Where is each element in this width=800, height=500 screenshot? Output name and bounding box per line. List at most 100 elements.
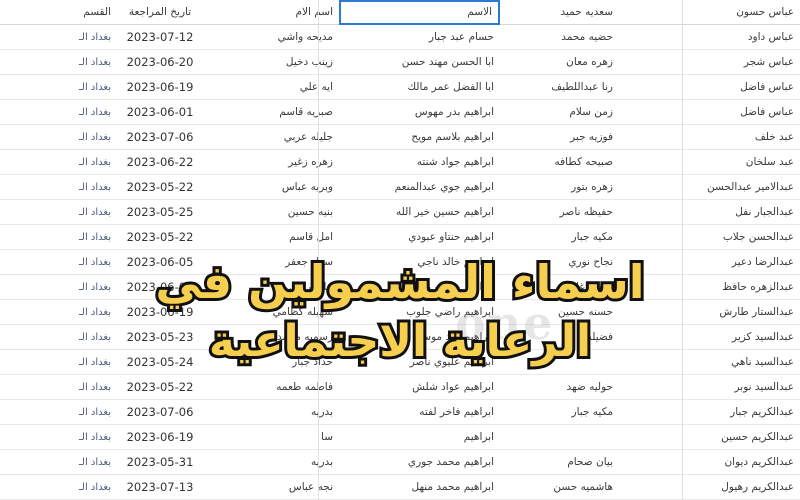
table-row[interactable]: عبدالسيد نوبر حوليه ضهد ابراهيم عواد شلش فا… [0, 375, 800, 400]
cell-dept[interactable]: بغداد الـ [0, 125, 117, 150]
cell-review-date[interactable]: 2023-05-23 [117, 325, 203, 350]
cell-name[interactable]: ابا الحسن مهند حسن [339, 50, 500, 75]
header-name[interactable]: الاسم [339, 0, 500, 25]
cell-dept[interactable]: بغداد الـ [0, 350, 117, 375]
cell-review-date[interactable]: 2023-07-06 [117, 400, 203, 425]
cell-right-name[interactable]: عبدالسيد كزير [619, 325, 800, 350]
cell-dept[interactable]: بغداد الـ [0, 375, 117, 400]
cell-name[interactable]: ابراهيم حسين خير الله [339, 200, 500, 225]
cell-right-name[interactable]: عبدالامير عبدالحسن [619, 175, 800, 200]
table-row[interactable]: عبدالستار طارش حسنه حسين ابراهيم راضي جلوب… [0, 300, 800, 325]
cell-dept[interactable]: بغداد الـ [0, 400, 117, 425]
cell-right-name[interactable]: عبدالستار طارش [619, 300, 800, 325]
cell-dept[interactable]: بغداد الـ [0, 50, 117, 75]
table-row[interactable]: عبدالكريم حسين ابراهيم سا 2023-06-19 بغداد ا… [0, 425, 800, 450]
table-row[interactable]: عباس داود حضيه محمد حسام عبد جبار مديحه واش… [0, 25, 800, 50]
cell-right-mother[interactable]: نجاح نوري [500, 250, 619, 275]
cell-name[interactable]: ابراهيم جوي عبدالمنعم [339, 175, 500, 200]
table-row[interactable]: عبدالحسن جلاب مكيه جبار ابراهيم حنتاو عبود… [0, 225, 800, 250]
table-row[interactable]: عبد خلف فوزيه جبر ابراهيم بلاسم مويح جليله … [0, 125, 800, 150]
table-row[interactable]: عبدالكريم رهيول هاشميه حسن ابراهيم محمد من… [0, 475, 800, 500]
cell-right-mother[interactable]: بيان صحام [500, 450, 619, 475]
cell-right-mother[interactable]: حوليه ضهد [500, 375, 619, 400]
cell-name[interactable]: ابراهيم عليوي ناصر [339, 350, 500, 375]
cell-right-name[interactable]: عبدالجبار نفل [619, 200, 800, 225]
cell-right-mother[interactable]: مكيه جبار [500, 225, 619, 250]
cell-dept[interactable]: بغداد الـ [0, 150, 117, 175]
cell-review-date[interactable]: 2023-06-07 [117, 275, 203, 300]
cell-right-name[interactable]: عباس فاضل [619, 100, 800, 125]
cell-review-date[interactable]: 2023-07-06 [117, 125, 203, 150]
cell-review-date[interactable]: 2023-06-20 [117, 50, 203, 75]
table-row[interactable]: عبدالامير عبدالحسن زهره بتور ابراهيم جوي ع… [0, 175, 800, 200]
cell-name[interactable]: ابراهيم جواد شنته [339, 150, 500, 175]
cell-right-name[interactable]: عبدالكريم ديوان [619, 450, 800, 475]
cell-right-mother[interactable]: رنا عبداللطيف [500, 75, 619, 100]
cell-right-name[interactable]: عبدالسيد نوبر [619, 375, 800, 400]
cell-dept[interactable]: بغداد الـ [0, 100, 117, 125]
cell-dept[interactable]: بغداد الـ [0, 225, 117, 250]
cell-right-mother[interactable]: حضيه محمد [500, 25, 619, 50]
cell-right-name[interactable]: عبدالسيد ناهي [619, 350, 800, 375]
cell-review-date[interactable]: 2023-05-31 [117, 450, 203, 475]
header-review-date[interactable]: تاريخ المراجعة [117, 0, 203, 25]
cell-right-name[interactable]: عباس شجر [619, 50, 800, 75]
cell-dept[interactable]: بغداد الـ [0, 25, 117, 50]
cell-review-date[interactable]: 2023-05-22 [117, 375, 203, 400]
cell-name[interactable]: ابراهيم عبد موسى [339, 325, 500, 350]
cell-right-mother[interactable] [500, 350, 619, 375]
table-row[interactable]: عباس فاضل زمن سلام ابراهيم بدر مهوس صبريه ق… [0, 100, 800, 125]
cell-review-date[interactable]: 2023-07-12 [117, 25, 203, 50]
cell-right-name[interactable]: عباس فاضل [619, 75, 800, 100]
cell-right-mother[interactable]: زهره بتور [500, 175, 619, 200]
cell-right-name[interactable]: عبد سلخان [619, 150, 800, 175]
cell-name[interactable]: ابراهيم خفيف ماضي [339, 275, 500, 300]
cell-right-mother[interactable] [500, 425, 619, 450]
cell-dept[interactable]: بغداد الـ [0, 450, 117, 475]
table-row[interactable]: عبدالسيد ناهي ابراهيم عليوي ناصر حداد جبار… [0, 350, 800, 375]
table-row[interactable]: عبدالرضا دعير نجاح نوري ابراهيم خالد ناجي س… [0, 250, 800, 275]
cell-name[interactable]: ابراهيم [339, 425, 500, 450]
cell-right-mother[interactable]: زهره معان [500, 50, 619, 75]
table-row[interactable]: عبدالسيد كزير فضيله ابراهيم عبد موسى رسميه … [0, 325, 800, 350]
cell-right-name[interactable]: عبدالزهره حافظ [619, 275, 800, 300]
cell-review-date[interactable]: 2023-07-13 [117, 475, 203, 500]
cell-name[interactable]: ابراهيم بلاسم مويح [339, 125, 500, 150]
cell-right-mother[interactable]: فضيله [500, 325, 619, 350]
table-row[interactable]: عباس شجر زهره معان ابا الحسن مهند حسن زينب … [0, 50, 800, 75]
cell-right-mother[interactable]: مكيه جبار [500, 400, 619, 425]
cell-right-name[interactable]: عبدالكريم حسين [619, 425, 800, 450]
cell-dept[interactable]: بغداد الـ [0, 425, 117, 450]
cell-right-name[interactable]: عبدالكريم جبار [619, 400, 800, 425]
table-row[interactable]: عبد سلخان صبيحه كطافه ابراهيم جواد شنته زهر… [0, 150, 800, 175]
cell-right-name[interactable]: عبدالكريم رهيول [619, 475, 800, 500]
cell-dept[interactable]: بغداد الـ [0, 475, 117, 500]
cell-name[interactable]: ابراهيم حنتاو عبودي [339, 225, 500, 250]
cell-right-name[interactable]: عباس داود [619, 25, 800, 50]
cell-name[interactable]: ابراهيم محمد جوري [339, 450, 500, 475]
cell-right-mother[interactable]: حسنه حسين [500, 300, 619, 325]
table-row[interactable]: عبدالزهره حافظ سعده غازي ابراهيم خفيف ماضي… [0, 275, 800, 300]
cell-review-date[interactable]: 2023-05-22 [117, 175, 203, 200]
cell-right-mother[interactable]: زمن سلام [500, 100, 619, 125]
cell-dept[interactable]: بغداد الـ [0, 175, 117, 200]
cell-review-date[interactable]: 2023-06-05 [117, 250, 203, 275]
cell-review-date[interactable]: 2023-05-25 [117, 200, 203, 225]
cell-name[interactable]: ابراهيم فاخر لفته [339, 400, 500, 425]
header-dept[interactable]: القسم [0, 0, 117, 25]
cell-name[interactable]: حسام عبد جبار [339, 25, 500, 50]
cell-name[interactable]: ابراهيم بدر مهوس [339, 100, 500, 125]
cell-right-mother[interactable]: فوزيه جبر [500, 125, 619, 150]
cell-dept[interactable]: بغداد الـ [0, 325, 117, 350]
cell-right-mother[interactable]: صبيحه كطافه [500, 150, 619, 175]
cell-review-date[interactable]: 2023-06-19 [117, 75, 203, 100]
table-row[interactable]: عبدالكريم ديوان بيان صحام ابراهيم محمد جور… [0, 450, 800, 475]
cell-dept[interactable]: بغداد الـ [0, 300, 117, 325]
cell-dept[interactable]: بغداد الـ [0, 200, 117, 225]
cell-dept[interactable]: بغداد الـ [0, 250, 117, 275]
cell-name[interactable]: ابراهيم راضي جلوب [339, 300, 500, 325]
cell-name[interactable]: ابراهيم محمد منهل [339, 475, 500, 500]
cell-review-date[interactable]: 2023-06-19 [117, 425, 203, 450]
cell-right-name[interactable]: عبدالرضا دعير [619, 250, 800, 275]
table-row[interactable]: عبدالجبار نفل حفيظه ناصر ابراهيم حسين خير … [0, 200, 800, 225]
